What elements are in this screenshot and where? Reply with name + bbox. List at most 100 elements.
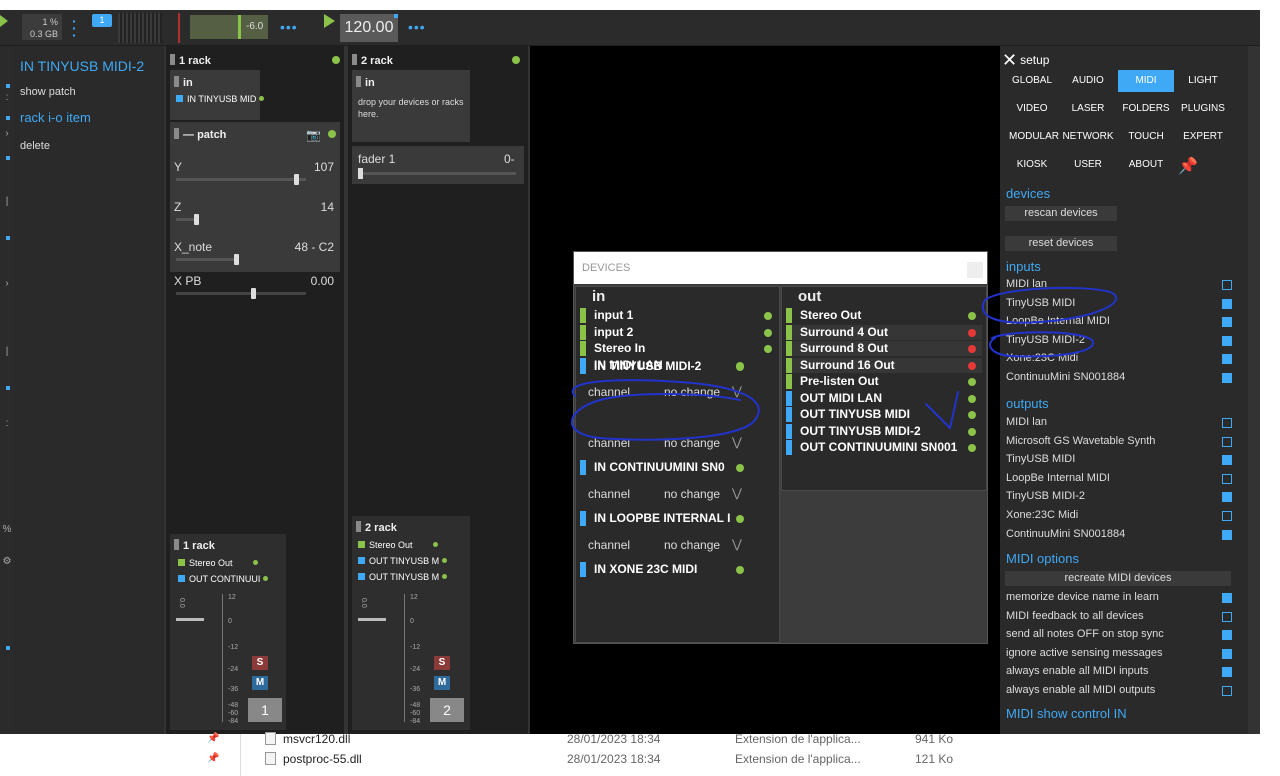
rack-2-header[interactable]: 2 rack <box>352 54 393 67</box>
ellipsis-icon[interactable]: ••• <box>280 19 298 35</box>
param-x-note[interactable]: X_note 48 - C2 <box>174 240 334 265</box>
midi-option-row[interactable]: send all notes OFF on stop sync <box>1006 628 1232 641</box>
rescan-devices-button[interactable]: rescan devices <box>1005 206 1117 221</box>
checkbox[interactable] <box>1222 511 1232 521</box>
output-row[interactable]: ContinuuMini SN001884 <box>1006 528 1232 540</box>
input-row[interactable]: TinyUSB MIDI <box>1006 297 1232 309</box>
master-volume[interactable]: -6.0 <box>190 15 268 39</box>
checkbox[interactable] <box>1222 492 1232 503</box>
gear-icon[interactable]: ⚙ <box>0 556 14 567</box>
checkbox[interactable] <box>1222 630 1232 641</box>
tab-network[interactable]: NETWORK <box>1062 126 1114 148</box>
tab-midi[interactable]: MIDI <box>1118 70 1174 92</box>
close-icon[interactable]: ✕ <box>1002 50 1017 70</box>
checkbox[interactable] <box>1222 373 1232 383</box>
strip-glyph[interactable]: › <box>0 278 14 289</box>
channel-select[interactable]: channel no change ⋁ <box>588 486 748 501</box>
rack-io-item[interactable]: rack i-o item <box>20 110 91 125</box>
rack-1-number-button[interactable]: 1 <box>248 698 282 722</box>
out-row[interactable]: OUT CONTINUUI <box>178 574 269 584</box>
output-row[interactable]: Microsoft GS Wavetable Synth <box>1006 435 1232 447</box>
tab-user[interactable]: USER <box>1062 154 1114 176</box>
rack-1-in-module[interactable]: in IN TINYUSB MID <box>170 70 265 120</box>
file-row[interactable]: msvcr120.dll 28/01/2023 18:34 Extension … <box>241 729 1046 749</box>
midi-input-row[interactable]: IN XONE 23C MIDI <box>580 562 750 577</box>
param-y[interactable]: Y 107 <box>174 160 334 185</box>
solo-button[interactable]: S <box>434 656 450 670</box>
tab-light[interactable]: LIGHT <box>1178 70 1228 92</box>
checkbox[interactable] <box>1222 529 1232 540</box>
tab-folders[interactable]: FOLDERS <box>1118 98 1174 120</box>
out-row[interactable]: OUT TINYUSB M <box>358 572 448 582</box>
tab-kiosk[interactable]: KIOSK <box>1006 154 1058 176</box>
slider-knob[interactable] <box>234 254 239 265</box>
tab-touch[interactable]: TOUCH <box>1118 126 1174 148</box>
input-row[interactable]: ContinuuMini SN001884 <box>1006 371 1232 383</box>
checkbox[interactable] <box>1222 667 1232 678</box>
input-row[interactable]: LoopBe Internal MIDI <box>1006 315 1232 328</box>
rack-1-out-module[interactable]: 1 rack Stereo Out OUT CONTINUUI <box>170 534 286 590</box>
input-row[interactable]: TinyUSB MIDI-2 <box>1006 334 1232 346</box>
ellipsis-icon[interactable]: ••• <box>408 19 426 35</box>
mute-button[interactable]: M <box>252 676 268 690</box>
output-device-row[interactable]: Stereo Out <box>786 308 982 323</box>
out-row[interactable]: Stereo Out <box>178 558 259 568</box>
tempo-field[interactable]: 120.00 <box>340 14 398 42</box>
vertical-dots-icon[interactable]: · · · <box>72 14 77 42</box>
pin-icon[interactable]: 📌 <box>207 733 219 744</box>
checkbox[interactable] <box>1222 593 1232 603</box>
slider-knob[interactable] <box>358 168 363 179</box>
midi-option-row[interactable]: MIDI feedback to all devices <box>1006 610 1232 622</box>
input-row[interactable]: Xone:23C Midi <box>1006 352 1232 365</box>
param-x-pb[interactable]: X PB 0.00 <box>174 274 334 299</box>
tab-modular[interactable]: MODULAR <box>1006 126 1062 148</box>
camera-icon[interactable]: 📷 <box>306 128 321 142</box>
param-y-slider[interactable] <box>176 174 306 185</box>
output-row[interactable]: Xone:23C Midi <box>1006 509 1232 521</box>
checkbox[interactable] <box>1222 418 1232 428</box>
strip-glyph[interactable]: : <box>0 418 14 429</box>
checkbox[interactable] <box>1222 298 1232 309</box>
reset-devices-button[interactable]: reset devices <box>1005 236 1117 251</box>
tab-laser[interactable]: LASER <box>1062 98 1114 120</box>
output-device-row[interactable]: OUT TINYUSB MIDI <box>786 407 982 422</box>
rack-2-number-button[interactable]: 2 <box>430 698 464 722</box>
recreate-midi-devices-button[interactable]: recreate MIDI devices <box>1005 571 1231 586</box>
tab-audio[interactable]: AUDIO <box>1062 70 1114 92</box>
midi-option-row[interactable]: always enable all MIDI inputs <box>1006 665 1232 678</box>
mute-button[interactable]: M <box>434 676 450 690</box>
midi-option-row[interactable]: memorize device name in learn <box>1006 591 1232 603</box>
midi-input-row[interactable]: IN TINYUSB MIDI-2 <box>580 359 750 374</box>
output-device-row[interactable]: Pre-listen Out <box>786 374 982 389</box>
show-patch-item[interactable]: show patch <box>20 86 76 98</box>
checkbox[interactable] <box>1222 686 1232 696</box>
checkbox[interactable] <box>1222 436 1232 447</box>
slider-knob[interactable] <box>194 214 199 225</box>
pin-icon[interactable]: 📌 <box>1178 156 1198 176</box>
midi-input-row[interactable]: IN CONTINUUMINI SN0 <box>580 460 750 475</box>
output-device-row[interactable]: OUT MIDI LAN <box>786 390 982 406</box>
checkbox[interactable] <box>1222 280 1232 290</box>
input-device-row[interactable]: input 2 <box>580 324 775 340</box>
output-row[interactable]: LoopBe Internal MIDI <box>1006 472 1232 484</box>
strip-glyph[interactable]: : <box>0 92 14 103</box>
rack-2-in-module[interactable]: in drop your devices or racks here. <box>352 70 470 142</box>
midi-option-row[interactable]: always enable all MIDI outputs <box>1006 684 1232 696</box>
midi-input-row[interactable]: IN LOOPBE INTERNAL I <box>580 511 750 526</box>
input-device-row[interactable]: input 1 <box>580 308 775 323</box>
slider-knob[interactable] <box>251 288 256 299</box>
checkbox[interactable] <box>1222 335 1232 346</box>
tab-video[interactable]: VIDEO <box>1006 98 1058 120</box>
strip-glyph[interactable]: % <box>0 524 14 535</box>
file-row[interactable]: postproc-55.dll 28/01/2023 18:34 Extensi… <box>241 749 1046 769</box>
setup-scrollbar[interactable] <box>1248 46 1260 734</box>
checkbox[interactable] <box>1222 317 1232 328</box>
strip-glyph[interactable]: › <box>0 128 14 139</box>
slider-knob[interactable] <box>294 174 299 185</box>
param-x-pb-slider[interactable] <box>176 288 306 299</box>
checkbox[interactable] <box>1222 473 1232 484</box>
play-icon[interactable] <box>324 14 335 28</box>
output-device-row[interactable]: Surround 4 Out <box>786 324 982 340</box>
in-device-row[interactable]: IN TINYUSB MID <box>176 94 265 104</box>
channel-select[interactable]: channel no change ⋁ <box>588 384 748 399</box>
